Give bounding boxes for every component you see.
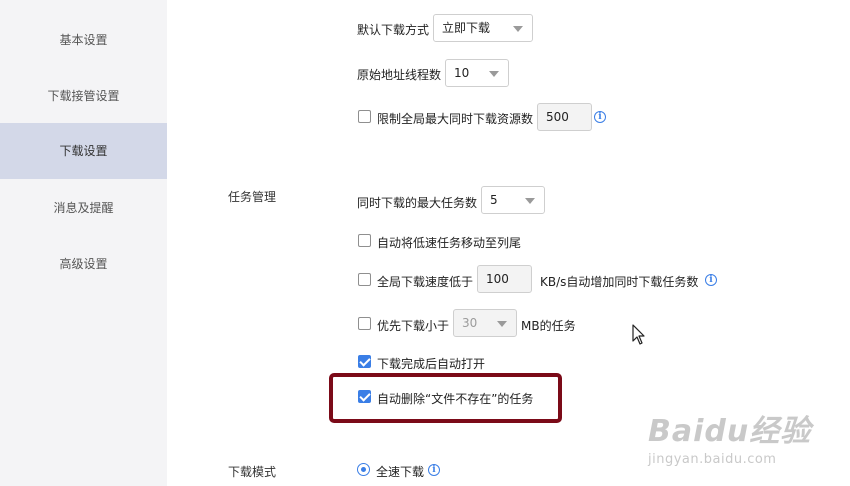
sidebar-item-label: 基本设置 (59, 33, 108, 47)
watermark-logo: Baidu经验 (648, 414, 812, 449)
move-slow-checkbox[interactable] (358, 234, 371, 247)
thread-count-select[interactable]: 10 (445, 59, 509, 87)
speed-below-input[interactable]: 100 (477, 265, 532, 293)
sidebar-item-label: 下载接管设置 (47, 89, 120, 103)
prefer-small-value: 30 (462, 316, 478, 330)
speed-below-label: 全局下载速度低于 (377, 275, 474, 289)
prefer-small-checkbox[interactable] (358, 317, 371, 330)
chevron-down-icon (489, 71, 499, 77)
limit-resources-input[interactable]: 500 (537, 103, 592, 131)
max-tasks-label: 同时下载的最大任务数 (357, 196, 478, 210)
sidebar-item-label: 高级设置 (59, 257, 108, 271)
info-icon[interactable]: i (428, 464, 440, 476)
mouse-cursor-icon (632, 324, 645, 345)
move-slow-label: 自动将低速任务移动至列尾 (377, 236, 522, 250)
watermark-url: jingyan.baidu.com (648, 452, 777, 467)
default-method-select[interactable]: 立即下载 (433, 14, 533, 42)
sidebar-item-download-takeover[interactable]: 下载接管设置 (0, 68, 167, 124)
sidebar-item-advanced[interactable]: 高级设置 (0, 236, 167, 292)
speed-below-suffix: KB/s自动增加同时下载任务数 (540, 275, 699, 289)
auto-open-checkbox[interactable] (358, 355, 371, 368)
speed-below-value: 100 (486, 272, 509, 286)
chevron-down-icon (525, 198, 535, 204)
limit-resources-value: 500 (546, 110, 569, 124)
default-method-value: 立即下载 (442, 21, 491, 35)
default-method-label: 默认下载方式 (357, 23, 430, 37)
info-icon[interactable]: i (594, 111, 606, 123)
prefer-small-select[interactable]: 30 (453, 309, 517, 337)
sidebar-item-notifications[interactable]: 消息及提醒 (0, 180, 167, 236)
thread-count-value: 10 (454, 66, 470, 80)
prefer-small-suffix: MB的任务 (521, 319, 576, 333)
sidebar-item-label: 下载设置 (59, 144, 108, 158)
speed-below-checkbox[interactable] (358, 273, 371, 286)
task-management-heading: 任务管理 (228, 190, 277, 204)
limit-resources-checkbox[interactable] (358, 110, 371, 123)
sidebar-item-label: 消息及提醒 (53, 201, 114, 215)
full-speed-radio[interactable] (357, 463, 370, 476)
full-speed-label: 全速下载 (376, 465, 425, 479)
auto-open-label: 下载完成后自动打开 (377, 357, 486, 371)
max-tasks-value: 5 (490, 193, 498, 207)
chevron-down-icon (513, 26, 523, 32)
sidebar-item-download[interactable]: 下载设置 (0, 123, 167, 179)
prefer-small-label: 优先下载小于 (377, 319, 450, 333)
download-mode-heading: 下载模式 (228, 465, 277, 479)
settings-sidebar: 基本设置 下载接管设置 下载设置 消息及提醒 高级设置 (0, 0, 167, 486)
thread-count-label: 原始地址线程数 (357, 68, 442, 82)
max-tasks-select[interactable]: 5 (481, 186, 545, 214)
highlight-annotation-box (329, 373, 562, 423)
info-icon[interactable]: i (705, 274, 717, 286)
sidebar-item-basic[interactable]: 基本设置 (0, 12, 167, 68)
limit-resources-label: 限制全局最大同时下载资源数 (377, 112, 534, 126)
chevron-down-icon (497, 321, 507, 327)
baidu-watermark: Baidu经验 jingyan.baidu.com (648, 406, 848, 470)
